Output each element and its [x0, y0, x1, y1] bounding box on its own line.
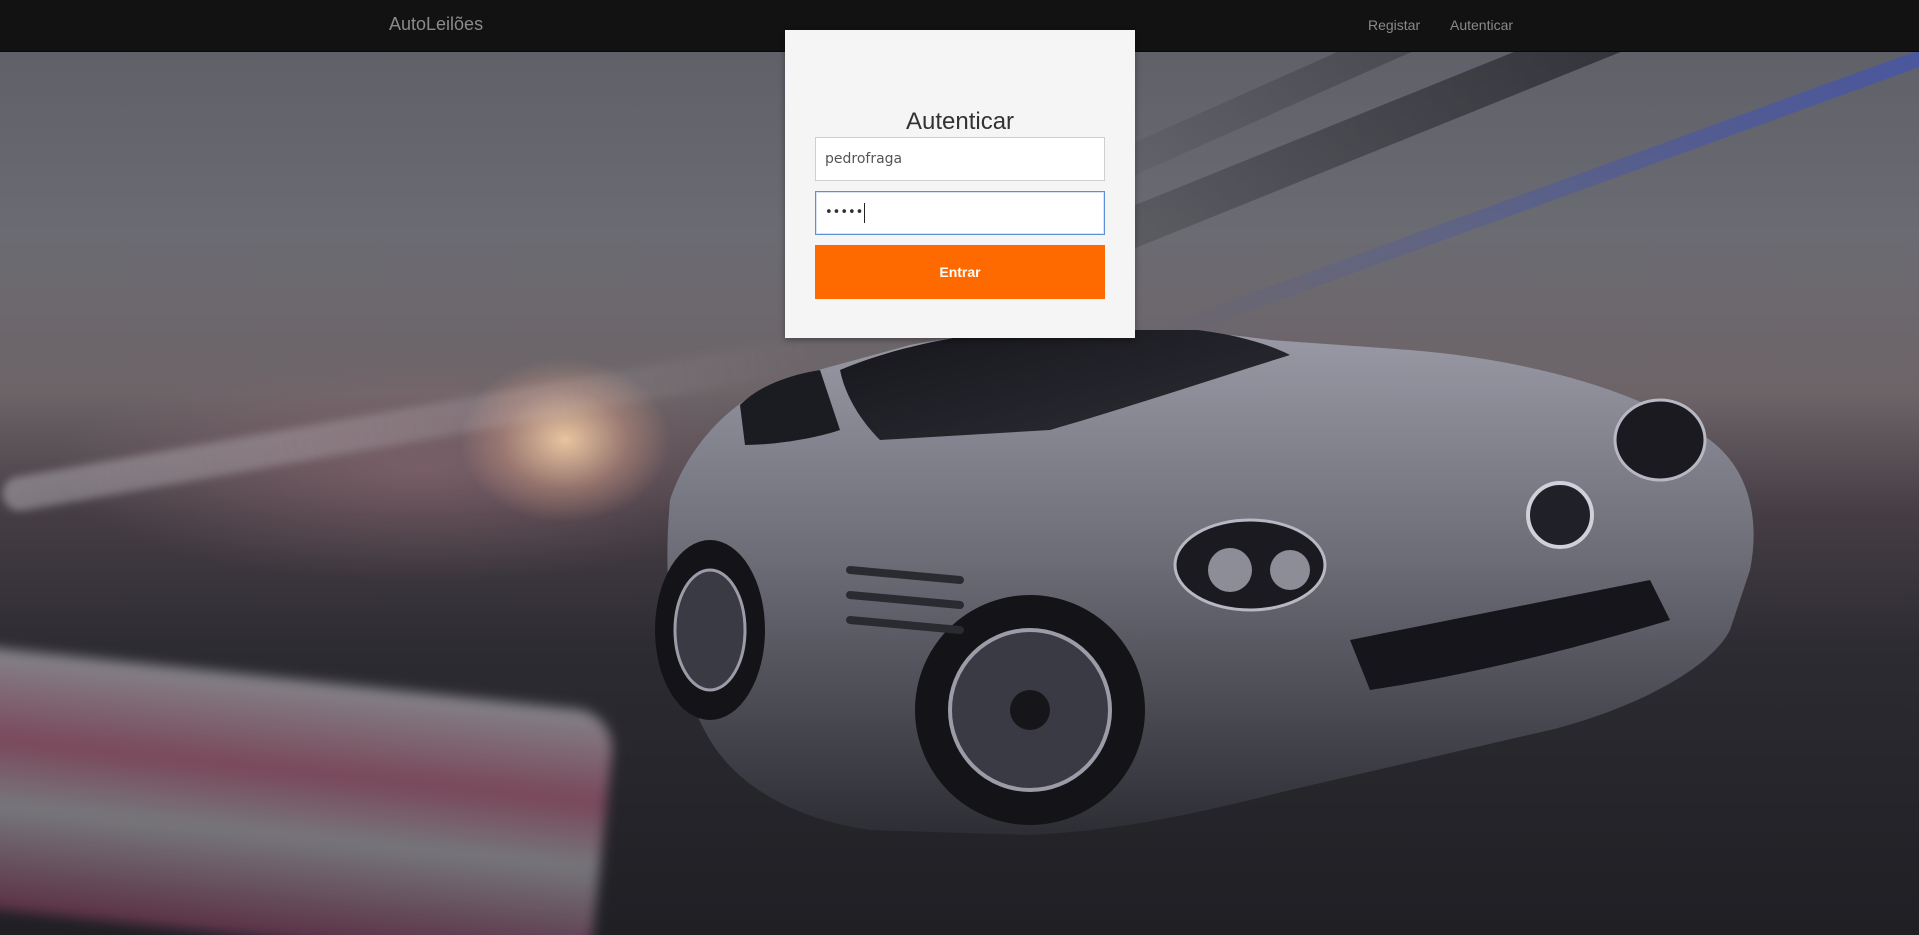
nav-link-registar[interactable]: Registar — [1368, 17, 1420, 33]
username-input[interactable]: pedrofraga — [815, 137, 1105, 181]
text-caret — [864, 203, 866, 223]
login-title: Autenticar — [905, 108, 1015, 135]
motion-streak-4 — [0, 640, 617, 935]
login-card: Autenticar pedrofraga ••••• Entrar — [785, 30, 1135, 338]
sports-car-image — [655, 330, 1754, 835]
entrar-button[interactable]: Entrar — [815, 245, 1105, 299]
username-value: pedrofraga — [825, 151, 903, 167]
password-masked-value: ••••• — [825, 205, 864, 220]
nav-link-autenticar[interactable]: Autenticar — [1450, 17, 1513, 33]
password-input[interactable]: ••••• — [815, 191, 1105, 235]
brand-logo-link[interactable]: AutoLeilões — [389, 14, 483, 35]
